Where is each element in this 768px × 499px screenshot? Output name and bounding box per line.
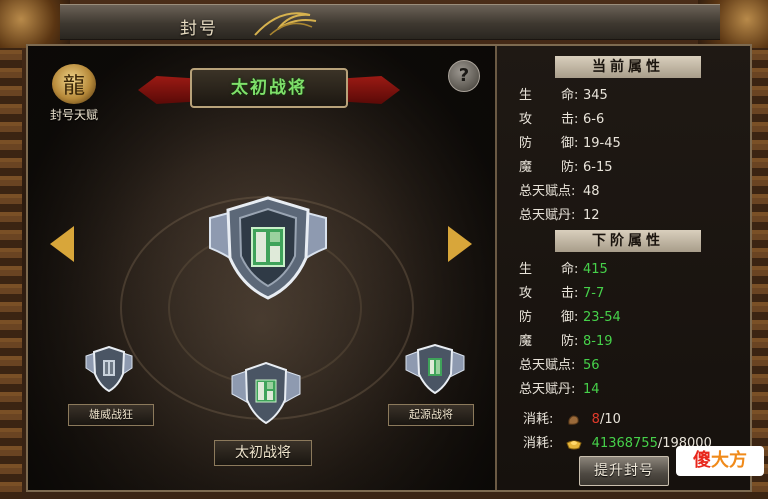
rank-label-right[interactable]: 起源战将 [388, 404, 474, 426]
attr-key-char: 攻 [519, 112, 533, 127]
rank-display-area: 龍 封号天赋 ? 太初战将 雄威战狂 太初战将 起源战将 [28, 46, 495, 490]
attr-key-char: 击: [561, 286, 579, 301]
cost-required: /10 [599, 412, 621, 427]
attr-key-char: 防: [561, 334, 579, 349]
window-frame: 封号 龍 封号天赋 ? 太初战将 雄威战狂 太初战将 起源战将 当前属性 生 命… [0, 0, 768, 499]
attr-key-char: 生 [519, 88, 533, 103]
help-button[interactable]: ? [448, 60, 480, 92]
selected-rank-shield-icon [228, 362, 304, 424]
attr-value-next: 14 [583, 382, 600, 397]
attr-key-char: 魔 [519, 160, 533, 175]
next-attr-defense: 防 御: 23-54 [519, 306, 621, 326]
prev-rank-arrow-icon[interactable] [50, 226, 74, 262]
attr-key: 总天赋丹: [519, 382, 576, 397]
cost-label: 消耗: [523, 436, 554, 451]
attr-key: 总天赋点: [519, 184, 576, 199]
attr-value: 6-15 [583, 160, 613, 175]
attr-value: 345 [583, 88, 608, 103]
rank-label-left[interactable]: 雄威战狂 [68, 404, 154, 426]
next-rank-arrow-icon[interactable] [448, 226, 472, 262]
swirl-ornament-icon [254, 12, 317, 36]
next-attr-talent-points: 总天赋点: 56 [519, 354, 600, 374]
attr-key-char: 防 [519, 310, 533, 325]
talent-button[interactable]: 龍 封号天赋 [44, 64, 104, 123]
talent-label: 封号天赋 [49, 108, 98, 122]
gold-ingot-icon [565, 440, 582, 449]
prev-rank-shield-icon [82, 346, 136, 392]
attr-value-next: 7-7 [583, 286, 605, 301]
cost-label: 消耗: [523, 412, 554, 427]
dragon-talent-icon: 龍 [52, 64, 96, 104]
watermark-part-b: 大方 [711, 450, 747, 471]
watermark-part-a: 傻 [693, 450, 711, 471]
rank-label-center[interactable]: 太初战将 [214, 440, 312, 466]
attr-key-char: 御: [561, 310, 579, 325]
attr-value: 19-45 [583, 136, 621, 151]
current-attr-talent-pills: 总天赋丹: 12 [519, 204, 600, 224]
current-attrs-heading: 当前属性 [555, 56, 701, 78]
attr-key-char: 命: [561, 262, 579, 277]
attr-key-char: 命: [561, 88, 579, 103]
next-attr-talent-pills: 总天赋丹: 14 [519, 378, 600, 398]
attr-value-next: 56 [583, 358, 600, 373]
cost-current: 41368755 [591, 436, 658, 451]
attr-key-char: 生 [519, 262, 533, 277]
title-bar: 封号 [60, 4, 720, 40]
next-attr-attack: 攻 击: 7-7 [519, 282, 604, 302]
current-rank-shield-icon [200, 196, 336, 300]
cost-row-token: 消耗: 8/10 [523, 408, 621, 427]
current-attr-magic-defense: 魔 防: 6-15 [519, 156, 613, 176]
attr-key-char: 御: [561, 136, 579, 151]
attr-key: 总天赋点: [519, 358, 576, 373]
main-panel: 龍 封号天赋 ? 太初战将 雄威战狂 太初战将 起源战将 当前属性 生 命: 3… [26, 44, 752, 492]
attr-key: 总天赋丹: [519, 208, 576, 223]
attr-value-next: 8-19 [583, 334, 613, 349]
attr-key-char: 击: [561, 112, 579, 127]
attr-key-char: 攻 [519, 286, 533, 301]
attr-key-char: 防: [561, 160, 579, 175]
attr-value-next: 415 [583, 262, 608, 277]
attr-key-char: 防 [519, 136, 533, 151]
rank-title-banner: 太初战将 [138, 66, 400, 114]
upgrade-title-button[interactable]: 提升封号 [579, 456, 669, 486]
current-attr-talent-points: 总天赋点: 48 [519, 180, 600, 200]
current-attr-attack: 攻 击: 6-6 [519, 108, 604, 128]
current-attr-defense: 防 御: 19-45 [519, 132, 621, 152]
next-attr-magic-defense: 魔 防: 8-19 [519, 330, 613, 350]
rank-title: 太初战将 [190, 68, 348, 108]
attr-value-next: 23-54 [583, 310, 621, 325]
next-attrs-heading: 下阶属性 [555, 230, 701, 252]
site-watermark: 傻大方 [676, 446, 764, 476]
token-icon [567, 414, 579, 425]
attr-key-char: 魔 [519, 334, 533, 349]
frame-left-border [0, 0, 22, 499]
attr-value: 6-6 [583, 112, 605, 127]
window-title: 封号 [180, 19, 218, 39]
next-attr-hp: 生 命: 415 [519, 258, 608, 278]
attr-value: 48 [583, 184, 600, 199]
cost-current: 8 [591, 412, 600, 427]
current-attr-hp: 生 命: 345 [519, 84, 608, 104]
attribute-panel: 当前属性 生命: 345 攻击: 6-6 防御: 19-45 魔防: 6-15 总天赋点… [497, 46, 750, 490]
next-rank-shield-icon [402, 344, 468, 394]
attr-value: 12 [583, 208, 600, 223]
